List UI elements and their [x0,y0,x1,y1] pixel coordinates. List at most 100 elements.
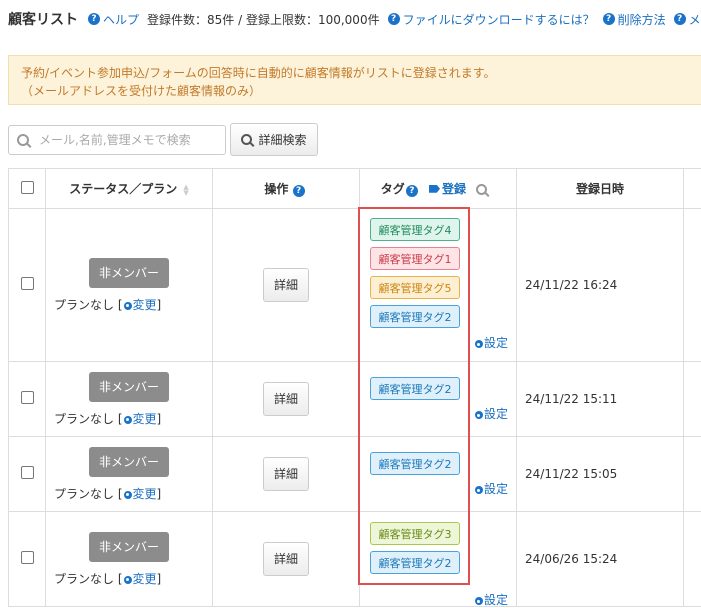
tag-chip[interactable]: 顧客管理タグ2 [370,305,460,328]
tag-setting-link[interactable]: 設定 [474,480,508,497]
registered-at-cell: 24/11/22 16:24 [517,209,684,362]
tag-setting-label: 設定 [484,336,508,350]
row-select-cell [9,512,46,607]
extra-cell [684,512,701,607]
change-plan-label: 変更 [133,487,157,501]
tag-search-icon[interactable] [476,184,487,195]
tag-chip[interactable]: 顧客管理タグ2 [370,452,460,475]
help-link-label: ヘルプ [103,11,139,28]
search-icon [241,134,252,145]
tag-chip[interactable]: 顧客管理タグ3 [370,522,460,545]
tag-column-label: タグ [381,182,405,196]
advanced-search-button[interactable]: 詳細検索 [230,123,318,156]
change-plan-link[interactable]: 変更 [123,572,157,586]
search-icon [17,134,29,146]
detail-button[interactable]: 詳細 [263,457,309,491]
table-row: 非メンバー プランなし [変更] 詳細 顧客管理タグ4 顧客管理タグ1 顧客管理… [9,209,701,362]
tag-chip[interactable]: 顧客管理タグ2 [370,551,460,574]
status-cell: 非メンバー プランなし [変更] [46,209,213,362]
gear-icon [124,491,132,499]
help-link[interactable]: ?ヘルプ [88,11,139,28]
action-cell: 詳細 [213,209,360,362]
detail-button[interactable]: 詳細 [263,542,309,576]
plan-label: プランなし [ [54,412,123,426]
tag-chip[interactable]: 顧客管理タグ5 [370,276,460,299]
status-column-header[interactable]: ステータス／プラン▲▼ [46,169,213,209]
registered-at-cell: 24/06/26 15:24 [517,512,684,607]
download-help-link[interactable]: ?ファイルにダウンロードするには？ [388,11,595,28]
plan-line: プランなし [変更] [46,296,212,313]
gear-icon [124,576,132,584]
gear-icon [475,340,483,348]
tag-chip[interactable]: 顧客管理タグ1 [370,247,460,270]
tag-chip[interactable]: 顧客管理タグ2 [370,377,460,400]
tag-setting-label: 設定 [484,593,508,607]
detail-button[interactable]: 詳細 [263,268,309,302]
change-plan-label: 変更 [133,572,157,586]
sort-icon[interactable]: ▲▼ [183,184,188,196]
action-cell: 詳細 [213,362,360,437]
action-cell: 詳細 [213,437,360,512]
tag-cell: 顧客管理タグ4 顧客管理タグ1 顧客管理タグ5 顧客管理タグ2 設定 [360,209,517,362]
help-icon: ? [674,13,686,25]
change-plan-link[interactable]: 変更 [123,412,157,426]
table-header-row: ステータス／プラン▲▼ 操作 ? タグ? 登録 登録日時 [9,169,701,209]
plan-label: プランなし [ [54,572,123,586]
search-box [8,125,226,155]
tag-setting-link[interactable]: 設定 [474,334,508,351]
extra-column-header [684,169,701,209]
extra-cell [684,209,701,362]
page-header: 顧客リスト ?ヘルプ 登録件数：85件 / 登録上限数：100,000件 ?ファ… [8,8,701,30]
plan-bracket: ] [157,298,162,312]
plan-bracket: ] [157,412,162,426]
table-row: 非メンバー プランなし [変更] 詳細 顧客管理タグ2 設定 24/11/22 … [9,362,701,437]
select-all-checkbox[interactable] [21,181,34,194]
registered-at-cell: 24/11/22 15:05 [517,437,684,512]
tag-setting-link[interactable]: 設定 [474,591,508,608]
row-checkbox[interactable] [21,277,34,290]
table-row: 非メンバー プランなし [変更] 詳細 顧客管理タグ3 顧客管理タグ2 設定 2… [9,512,701,607]
tag-setting-link[interactable]: 設定 [474,405,508,422]
detail-button[interactable]: 詳細 [263,382,309,416]
row-select-cell [9,209,46,362]
tag-cell: 顧客管理タグ2 設定 [360,437,517,512]
tag-setting-label: 設定 [484,482,508,496]
change-plan-link[interactable]: 変更 [123,298,157,312]
tag-register-label: 登録 [442,180,466,197]
advanced-search-label: 詳細検索 [258,131,306,148]
customer-table: ステータス／プラン▲▼ 操作 ? タグ? 登録 登録日時 非メンバー プランなし… [8,168,701,607]
tag-column-header: タグ? 登録 [360,169,517,209]
action-cell: 詳細 [213,512,360,607]
plan-label: プランなし [ [54,298,123,312]
gear-icon [124,416,132,424]
registered-at-column-label: 登録日時 [576,182,624,196]
tag-list: 顧客管理タグ2 [360,362,516,400]
tag-cell: 顧客管理タグ3 顧客管理タグ2 設定 [360,512,517,607]
change-plan-link[interactable]: 変更 [123,487,157,501]
registered-at-cell: 24/11/22 15:11 [517,362,684,437]
status-cell: 非メンバー プランなし [変更] [46,512,213,607]
status-badge: 非メンバー [89,447,169,477]
help-icon[interactable]: ? [406,185,418,197]
tag-list: 顧客管理タグ2 [360,437,516,475]
search-input[interactable] [37,132,221,148]
notice-line-1: 予約/イベント参加申込/フォームの回答時に自動的に顧客情報がリストに登録されます… [21,64,701,82]
row-checkbox[interactable] [21,466,34,479]
extra-cell [684,437,701,512]
tag-register-link[interactable]: 登録 [429,180,466,197]
help-icon: ? [603,13,615,25]
tag-chip[interactable]: 顧客管理タグ4 [370,218,460,241]
help-icon[interactable]: ? [293,185,305,197]
plan-bracket: ] [157,487,162,501]
table-row: 非メンバー プランなし [ 変更] 詳細 顧客管理タグ2 設定 24/11/22 … [9,437,701,512]
status-badge: 非メンバー [89,372,169,402]
plan-label: プランなし [ [54,487,123,501]
delete-help-link[interactable]: ?削除方法 [603,11,666,28]
registered-at-column-header: 登録日時 [517,169,684,209]
delete-help-label: 削除方法 [618,11,666,28]
gear-icon [475,597,483,605]
row-checkbox[interactable] [21,551,34,564]
row-checkbox[interactable] [21,391,34,404]
tag-list: 顧客管理タグ3 顧客管理タグ2 [360,512,516,574]
menu-help-link[interactable]: ?メン [674,11,701,28]
